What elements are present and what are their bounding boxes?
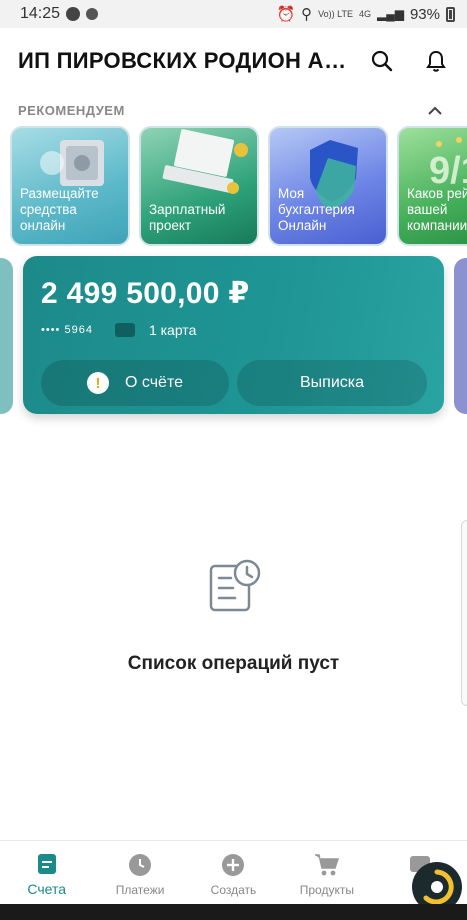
search-icon[interactable] [369, 48, 395, 74]
nav-products[interactable]: Продукты [280, 841, 373, 904]
about-account-button[interactable]: ! О счёте [41, 360, 229, 406]
statement-label: Выписка [299, 374, 365, 391]
nav-payments-label: Платежи [115, 883, 165, 897]
side-drawer-handle[interactable] [461, 520, 467, 706]
volte-indicator: Vo)) LTE [318, 8, 353, 19]
notification-icon [86, 8, 99, 20]
story-label: Зарплатный проект [149, 202, 226, 233]
signal-icon: ▂▄▆ [377, 7, 404, 21]
story-label: Моя бухгалтерия Онлайн [278, 186, 355, 233]
location-icon: ⚲ [301, 6, 313, 23]
story-accounting[interactable]: Моя бухгалтерия Онлайн [268, 126, 388, 246]
alarm-icon: ⏰ [276, 6, 296, 23]
next-card-peek[interactable] [454, 258, 467, 414]
recommend-header: РЕКОМЕНДУЕМ [18, 98, 445, 122]
account-balance: 2 499 500,00 ₽ [41, 277, 250, 310]
story-deposit[interactable]: Размещайте средства онлайн [10, 126, 130, 246]
previous-card-peek[interactable] [0, 258, 13, 414]
nav-accounts[interactable]: Счета [0, 841, 93, 904]
account-meta: •••• 5964 1 карта [41, 322, 196, 338]
account-number: •••• 5964 [41, 324, 93, 336]
story-label: Каков рей вашей компании [407, 186, 467, 233]
chevron-up-icon[interactable] [425, 100, 445, 120]
assistant-logo-icon [423, 869, 454, 905]
statement-button[interactable]: Выписка [237, 360, 427, 406]
card-icon [114, 323, 135, 337]
app-header: ИП ПИРОВСКИХ РОДИОН АЛ... [0, 28, 467, 94]
story-label: Размещайте средства онлайн [20, 186, 99, 233]
story-rating[interactable]: 9/1 Каков рей вашей компании [397, 126, 467, 246]
empty-operations-text: Список операций пуст [127, 653, 340, 674]
battery-percent: 93% [409, 5, 440, 23]
cards-count[interactable]: 1 карта [149, 322, 196, 338]
battery-icon [446, 6, 455, 22]
network-indicator: 4G [358, 8, 371, 19]
cart-icon [314, 854, 339, 876]
system-navigation-bar [0, 904, 467, 920]
warning-icon: ! [87, 372, 109, 394]
company-title[interactable]: ИП ПИРОВСКИХ РОДИОН АЛ... [18, 48, 358, 74]
about-account-label: О счёте [125, 374, 183, 391]
accounts-icon [37, 854, 56, 874]
account-card[interactable]: 2 499 500,00 ₽ •••• 5964 1 карта ! О счё… [23, 256, 444, 414]
status-bar: 14:25 ⏰ ⚲ Vo)) LTE 4G ▂▄▆ 93% [0, 0, 467, 28]
bell-icon[interactable] [423, 48, 449, 74]
recommend-label: РЕКОМЕНДУЕМ [18, 102, 125, 118]
document-clock-icon [207, 558, 265, 614]
status-time: 14:25 [20, 5, 61, 22]
nav-create-label: Создать [210, 883, 257, 897]
bottom-navigation: Счета Платежи Создать Продукты Е [0, 840, 467, 904]
nav-products-label: Продукты [299, 883, 354, 897]
nav-create[interactable]: Создать [187, 841, 280, 904]
plus-circle-icon [222, 854, 245, 876]
navigation-icon [66, 7, 81, 21]
clock-icon [129, 854, 152, 876]
stories-carousel[interactable]: Размещайте средства онлайн Зарплатный пр… [10, 126, 467, 248]
nav-accounts-label: Счета [27, 881, 66, 897]
nav-payments[interactable]: Платежи [93, 841, 186, 904]
story-salary[interactable]: Зарплатный проект [139, 126, 259, 246]
